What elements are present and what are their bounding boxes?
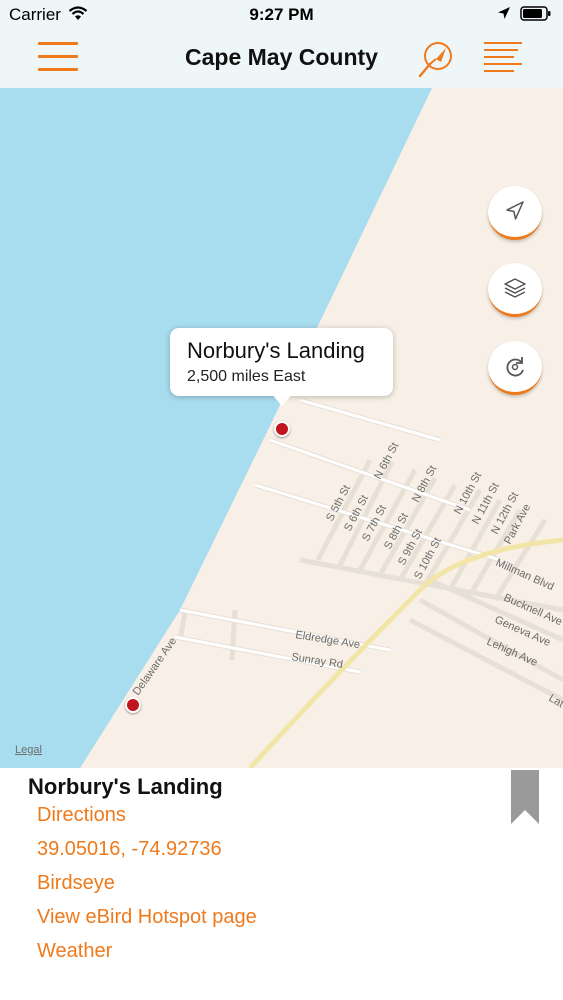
compass-icon	[418, 42, 452, 78]
weather-link[interactable]: Weather	[37, 940, 112, 963]
location-icon	[506, 201, 524, 220]
coordinates-link[interactable]: 39.05016, -74.92736	[37, 838, 222, 861]
layers-icon	[504, 278, 526, 298]
legal-link[interactable]: Legal	[15, 744, 42, 756]
status-time: 9:27 PM	[249, 5, 314, 24]
hotspot-pin-selected[interactable]	[274, 421, 290, 437]
callout-subtitle: 2,500 miles East	[187, 368, 306, 385]
map-layers-button[interactable]	[488, 263, 542, 317]
bookmark-button[interactable]	[511, 770, 539, 829]
detail-panel: Norbury's Landing Directions 39.05016, -…	[0, 768, 563, 1000]
status-bar: Carrier 9:27 PM	[0, 0, 563, 30]
compass-button[interactable]	[416, 38, 456, 83]
page-title: Cape May County	[185, 44, 378, 70]
map-callout[interactable]: Norbury's Landing 2,500 miles East	[170, 328, 393, 396]
location-services-icon	[497, 6, 511, 26]
bookmark-icon	[511, 770, 539, 824]
callout-title: Norbury's Landing	[187, 338, 365, 363]
birdseye-link[interactable]: Birdseye	[37, 872, 115, 895]
ebird-hotspot-link[interactable]: View eBird Hotspot page	[37, 906, 257, 929]
hotspot-title: Norbury's Landing	[28, 774, 223, 799]
battery-icon	[520, 6, 552, 27]
directions-link[interactable]: Directions	[37, 804, 126, 827]
current-location-button[interactable]	[488, 186, 542, 240]
list-icon	[484, 42, 522, 72]
hotspot-pin[interactable]	[125, 697, 141, 713]
refresh-icon	[506, 357, 524, 377]
callout-pointer	[270, 392, 294, 406]
refresh-button[interactable]	[488, 341, 542, 395]
top-bar: Carrier 9:27 PM Cape May County	[0, 0, 563, 89]
list-button[interactable]	[484, 40, 526, 79]
